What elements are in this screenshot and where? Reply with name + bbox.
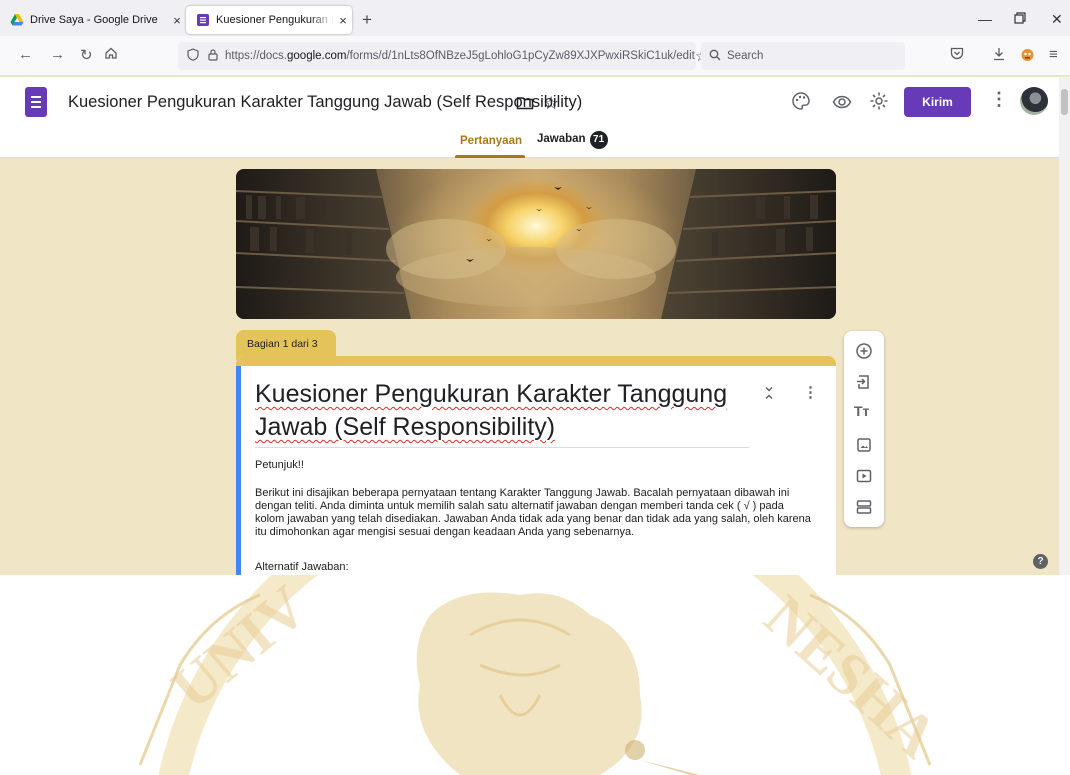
address-bar[interactable]: https://docs.google.com/forms/d/1nLts8Of…: [178, 42, 708, 70]
instructions-heading: Petunjuk!!: [255, 459, 304, 471]
university-watermark: UNIV NESHA: [0, 575, 1070, 775]
url-prefix: https://docs.: [225, 50, 288, 62]
home-icon[interactable]: [104, 46, 118, 64]
form-title[interactable]: Kuesioner Pengukuran Karakter Tanggung J…: [68, 93, 582, 112]
tab-pertanyaan[interactable]: Pertanyaan: [460, 135, 522, 147]
tab-forms[interactable]: Kuesioner Pengukuran Karakter ×: [186, 6, 352, 34]
scrollbar[interactable]: [1059, 77, 1070, 575]
import-questions-icon[interactable]: [854, 372, 874, 392]
back-arrow-icon[interactable]: ←: [18, 46, 33, 63]
watermark-logo-icon: UNIV NESHA: [138, 575, 950, 775]
google-forms-icon: [197, 14, 209, 26]
responses-count-badge: 71: [589, 131, 608, 149]
preview-eye-icon[interactable]: [832, 92, 854, 114]
side-toolbar: Tт: [844, 331, 884, 527]
new-tab-button[interactable]: +: [362, 10, 372, 30]
collapse-section-icon[interactable]: [764, 386, 774, 403]
tab-jawaban[interactable]: Jawaban 71: [537, 131, 608, 149]
star-icon[interactable]: ☆: [543, 93, 565, 115]
svg-text:UNIV: UNIV: [159, 575, 319, 722]
svg-text:NESHA: NESHA: [752, 583, 950, 770]
pocket-icon[interactable]: [950, 47, 964, 64]
active-section-indicator: [236, 366, 241, 575]
header-banner-image: [236, 169, 836, 319]
add-video-icon[interactable]: [854, 466, 874, 486]
close-window-icon[interactable]: ✕: [1051, 11, 1063, 28]
tab-strip: Drive Saya - Google Drive × Kuesioner Pe…: [0, 0, 1070, 36]
close-tab-icon[interactable]: ×: [168, 13, 186, 28]
url-host: google.com: [287, 50, 347, 62]
active-tab-indicator: [455, 155, 525, 158]
url-path: /forms/d/1nLts8OfNBzeJ5gLohloG1pCyZw89XJ…: [346, 50, 695, 62]
settings-gear-icon[interactable]: [869, 91, 891, 113]
shield-icon[interactable]: [187, 48, 199, 64]
scrollbar-thumb[interactable]: [1061, 89, 1068, 115]
google-drive-icon: [10, 14, 24, 26]
minimize-icon[interactable]: —: [978, 11, 992, 27]
close-tab-icon[interactable]: ×: [334, 13, 352, 28]
section-title-line2: Jawab (Self Responsibility): [255, 413, 556, 441]
search-placeholder: Search: [727, 50, 764, 62]
theme-color-bar: [236, 356, 836, 366]
alternative-answers-heading: Alternatif Jawaban:: [255, 561, 349, 573]
tab-title: Kuesioner Pengukuran Karakter: [216, 14, 334, 26]
add-title-icon[interactable]: Tт: [854, 403, 874, 423]
add-question-icon[interactable]: [854, 341, 874, 361]
palette-icon[interactable]: [791, 91, 813, 113]
downloads-icon[interactable]: [992, 47, 1006, 65]
section-title-line1: Kuesioner Pengukuran Karakter Tanggung: [255, 380, 728, 408]
tab-google-drive[interactable]: Drive Saya - Google Drive ×: [8, 6, 186, 34]
section-header-card[interactable]: Kuesioner Pengukuran Karakter Tanggung J…: [236, 356, 836, 575]
reload-icon[interactable]: ↻: [80, 46, 93, 64]
restore-icon[interactable]: [1014, 11, 1026, 27]
forms-header: Kuesioner Pengukuran Karakter Tanggung J…: [0, 77, 1070, 158]
folder-icon[interactable]: [516, 95, 538, 117]
url-text[interactable]: https://docs.google.com/forms/d/1nLts8Of…: [225, 50, 695, 62]
section-title[interactable]: Kuesioner Pengukuran Karakter Tanggung J…: [255, 378, 749, 444]
lock-icon[interactable]: [207, 48, 219, 64]
search-bar[interactable]: Search: [701, 42, 905, 70]
library-sky-illustration: [236, 169, 836, 319]
tab-jawaban-label: Jawaban: [537, 133, 586, 145]
tab-title: Drive Saya - Google Drive: [30, 14, 158, 26]
forward-arrow-icon[interactable]: →: [50, 46, 65, 63]
more-options-icon[interactable]: ⋮: [990, 89, 1012, 111]
add-section-icon[interactable]: [854, 497, 874, 517]
title-underline: [255, 447, 749, 448]
section-description[interactable]: Berikut ini disajikan beberapa pernyataa…: [255, 487, 815, 539]
send-button[interactable]: Kirim: [904, 87, 971, 117]
menu-hamburger-icon[interactable]: ≡: [1049, 46, 1058, 63]
section-more-icon[interactable]: ⋮: [803, 383, 818, 401]
extension-icon[interactable]: [1020, 47, 1035, 66]
browser-window: Drive Saya - Google Drive × Kuesioner Pe…: [0, 0, 1070, 575]
navigation-bar: ← → ↻ https://docs.google.com/forms/d/1n…: [0, 36, 1070, 76]
search-icon: [709, 49, 721, 64]
forms-logo-icon[interactable]: [25, 87, 47, 117]
avatar[interactable]: [1020, 87, 1048, 115]
help-icon[interactable]: ?: [1033, 554, 1048, 569]
add-image-icon[interactable]: [854, 435, 874, 455]
